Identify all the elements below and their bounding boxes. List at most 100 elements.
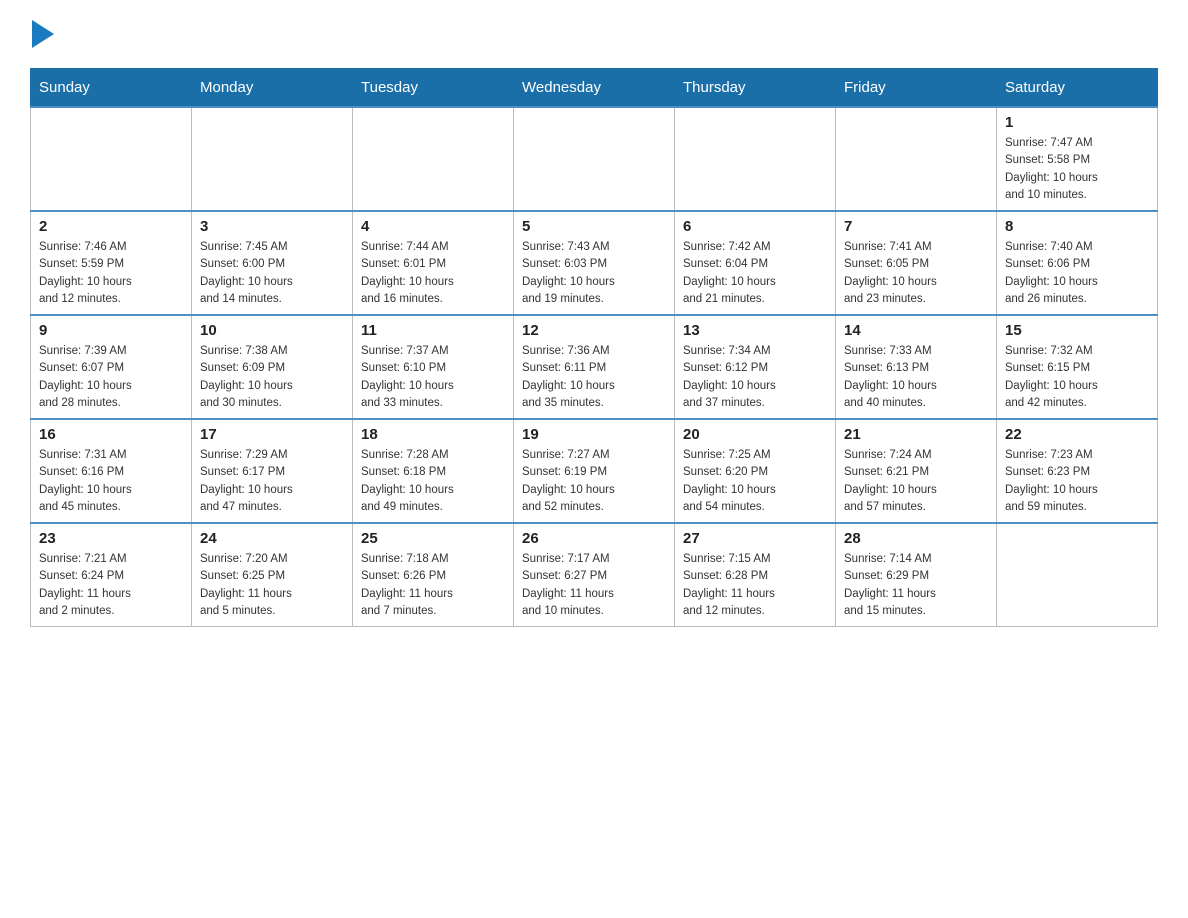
calendar-cell: 21Sunrise: 7:24 AM Sunset: 6:21 PM Dayli… (836, 419, 997, 523)
day-number: 7 (844, 218, 988, 235)
day-number: 3 (200, 218, 344, 235)
week-row-1: 1 Sunrise: 7:47 AM Sunset: 5:58 PM Daylig… (31, 107, 1158, 211)
calendar-cell: 24 Sunrise: 7:20 AM Sunset: 6:25 PM Dayli… (192, 523, 353, 627)
week-row-3: 9 Sunrise: 7:39 AM Sunset: 6:07 PM Daylig… (31, 315, 1158, 419)
day-info: Sunrise: 7:17 AM Sunset: 6:27 PM Dayligh… (522, 551, 666, 620)
day-info: Sunrise: 7:40 AM Sunset: 6:06 PM Dayligh… (1005, 239, 1149, 308)
day-number: 5 (522, 218, 666, 235)
day-number: 18 (361, 426, 505, 443)
day-number: 17 (200, 426, 344, 443)
day-number: 27 (683, 530, 827, 547)
calendar-cell: 2 Sunrise: 7:46 AM Sunset: 5:59 PM Daylig… (31, 211, 192, 315)
day-info: Sunrise: 7:21 AM Sunset: 6:24 PM Dayligh… (39, 551, 183, 620)
calendar-cell: 23 Sunrise: 7:21 AM Sunset: 6:24 PM Dayli… (31, 523, 192, 627)
day-info: Sunrise: 7:44 AM Sunset: 6:01 PM Dayligh… (361, 239, 505, 308)
calendar-cell: 5 Sunrise: 7:43 AM Sunset: 6:03 PM Daylig… (514, 211, 675, 315)
calendar-header-friday: Friday (836, 69, 997, 108)
calendar-header-saturday: Saturday (997, 69, 1158, 108)
calendar-cell: 16 Sunrise: 7:31 AM Sunset: 6:16 PM Dayli… (31, 419, 192, 523)
day-info: Sunrise: 7:39 AM Sunset: 6:07 PM Dayligh… (39, 343, 183, 412)
calendar-cell: 27 Sunrise: 7:15 AM Sunset: 6:28 PM Dayli… (675, 523, 836, 627)
calendar-cell: 1 Sunrise: 7:47 AM Sunset: 5:58 PM Daylig… (997, 107, 1158, 211)
calendar-cell (353, 107, 514, 211)
calendar-cell: 25 Sunrise: 7:18 AM Sunset: 6:26 PM Dayli… (353, 523, 514, 627)
calendar-cell: 4 Sunrise: 7:44 AM Sunset: 6:01 PM Daylig… (353, 211, 514, 315)
day-number: 26 (522, 530, 666, 547)
week-row-2: 2 Sunrise: 7:46 AM Sunset: 5:59 PM Daylig… (31, 211, 1158, 315)
calendar-header-wednesday: Wednesday (514, 69, 675, 108)
day-number: 9 (39, 322, 183, 339)
day-number: 25 (361, 530, 505, 547)
logo (30, 20, 54, 48)
calendar-cell (675, 107, 836, 211)
day-number: 22 (1005, 426, 1149, 443)
day-info: Sunrise: 7:33 AM Sunset: 6:13 PM Dayligh… (844, 343, 988, 412)
calendar-cell: 8 Sunrise: 7:40 AM Sunset: 6:06 PM Daylig… (997, 211, 1158, 315)
day-number: 4 (361, 218, 505, 235)
day-info: Sunrise: 7:31 AM Sunset: 6:16 PM Dayligh… (39, 447, 183, 516)
day-info: Sunrise: 7:32 AM Sunset: 6:15 PM Dayligh… (1005, 343, 1149, 412)
day-info: Sunrise: 7:27 AM Sunset: 6:19 PM Dayligh… (522, 447, 666, 516)
calendar-cell: 11 Sunrise: 7:37 AM Sunset: 6:10 PM Dayli… (353, 315, 514, 419)
day-info: Sunrise: 7:42 AM Sunset: 6:04 PM Dayligh… (683, 239, 827, 308)
calendar-cell: 7Sunrise: 7:41 AM Sunset: 6:05 PM Daylig… (836, 211, 997, 315)
calendar-header-tuesday: Tuesday (353, 69, 514, 108)
calendar-cell: 20Sunrise: 7:25 AM Sunset: 6:20 PM Dayli… (675, 419, 836, 523)
week-row-4: 16 Sunrise: 7:31 AM Sunset: 6:16 PM Dayli… (31, 419, 1158, 523)
calendar-cell (836, 107, 997, 211)
day-info: Sunrise: 7:28 AM Sunset: 6:18 PM Dayligh… (361, 447, 505, 516)
day-number: 12 (522, 322, 666, 339)
calendar-cell (31, 107, 192, 211)
day-number: 24 (200, 530, 344, 547)
day-number: 8 (1005, 218, 1149, 235)
calendar-cell: 10 Sunrise: 7:38 AM Sunset: 6:09 PM Dayli… (192, 315, 353, 419)
calendar-table: SundayMondayTuesdayWednesdayThursdayFrid… (30, 68, 1158, 627)
calendar-header-sunday: Sunday (31, 69, 192, 108)
day-number: 28 (844, 530, 988, 547)
calendar-cell: 28 Sunrise: 7:14 AM Sunset: 6:29 PM Dayli… (836, 523, 997, 627)
day-info: Sunrise: 7:29 AM Sunset: 6:17 PM Dayligh… (200, 447, 344, 516)
day-info: Sunrise: 7:14 AM Sunset: 6:29 PM Dayligh… (844, 551, 988, 620)
calendar-cell: 14 Sunrise: 7:33 AM Sunset: 6:13 PM Dayli… (836, 315, 997, 419)
day-number: 19 (522, 426, 666, 443)
calendar-cell: 22 Sunrise: 7:23 AM Sunset: 6:23 PM Dayli… (997, 419, 1158, 523)
day-number: 1 (1005, 114, 1149, 131)
calendar-cell: 17 Sunrise: 7:29 AM Sunset: 6:17 PM Dayli… (192, 419, 353, 523)
day-number: 2 (39, 218, 183, 235)
calendar-header-row: SundayMondayTuesdayWednesdayThursdayFrid… (31, 69, 1158, 108)
day-number: 13 (683, 322, 827, 339)
day-info: Sunrise: 7:37 AM Sunset: 6:10 PM Dayligh… (361, 343, 505, 412)
calendar-cell (514, 107, 675, 211)
day-number: 15 (1005, 322, 1149, 339)
calendar-header-monday: Monday (192, 69, 353, 108)
day-number: 6 (683, 218, 827, 235)
day-info: Sunrise: 7:36 AM Sunset: 6:11 PM Dayligh… (522, 343, 666, 412)
day-info: Sunrise: 7:20 AM Sunset: 6:25 PM Dayligh… (200, 551, 344, 620)
day-info: Sunrise: 7:15 AM Sunset: 6:28 PM Dayligh… (683, 551, 827, 620)
calendar-cell: 13 Sunrise: 7:34 AM Sunset: 6:12 PM Dayli… (675, 315, 836, 419)
day-number: 23 (39, 530, 183, 547)
day-info: Sunrise: 7:38 AM Sunset: 6:09 PM Dayligh… (200, 343, 344, 412)
calendar-header-thursday: Thursday (675, 69, 836, 108)
calendar-cell: 15 Sunrise: 7:32 AM Sunset: 6:15 PM Dayli… (997, 315, 1158, 419)
day-info: Sunrise: 7:47 AM Sunset: 5:58 PM Dayligh… (1005, 135, 1149, 204)
calendar-cell (192, 107, 353, 211)
calendar-cell: 3 Sunrise: 7:45 AM Sunset: 6:00 PM Daylig… (192, 211, 353, 315)
page-header (30, 20, 1158, 48)
day-info: Sunrise: 7:43 AM Sunset: 6:03 PM Dayligh… (522, 239, 666, 308)
day-info: Sunrise: 7:34 AM Sunset: 6:12 PM Dayligh… (683, 343, 827, 412)
day-info: Sunrise: 7:45 AM Sunset: 6:00 PM Dayligh… (200, 239, 344, 308)
day-info: Sunrise: 7:18 AM Sunset: 6:26 PM Dayligh… (361, 551, 505, 620)
day-number: 20 (683, 426, 827, 443)
calendar-cell: 18 Sunrise: 7:28 AM Sunset: 6:18 PM Dayli… (353, 419, 514, 523)
day-info: Sunrise: 7:46 AM Sunset: 5:59 PM Dayligh… (39, 239, 183, 308)
day-number: 16 (39, 426, 183, 443)
calendar-cell (997, 523, 1158, 627)
day-number: 10 (200, 322, 344, 339)
day-number: 11 (361, 322, 505, 339)
day-info: Sunrise: 7:23 AM Sunset: 6:23 PM Dayligh… (1005, 447, 1149, 516)
week-row-5: 23 Sunrise: 7:21 AM Sunset: 6:24 PM Dayli… (31, 523, 1158, 627)
day-number: 14 (844, 322, 988, 339)
calendar-cell: 26 Sunrise: 7:17 AM Sunset: 6:27 PM Dayli… (514, 523, 675, 627)
calendar-cell: 9 Sunrise: 7:39 AM Sunset: 6:07 PM Daylig… (31, 315, 192, 419)
